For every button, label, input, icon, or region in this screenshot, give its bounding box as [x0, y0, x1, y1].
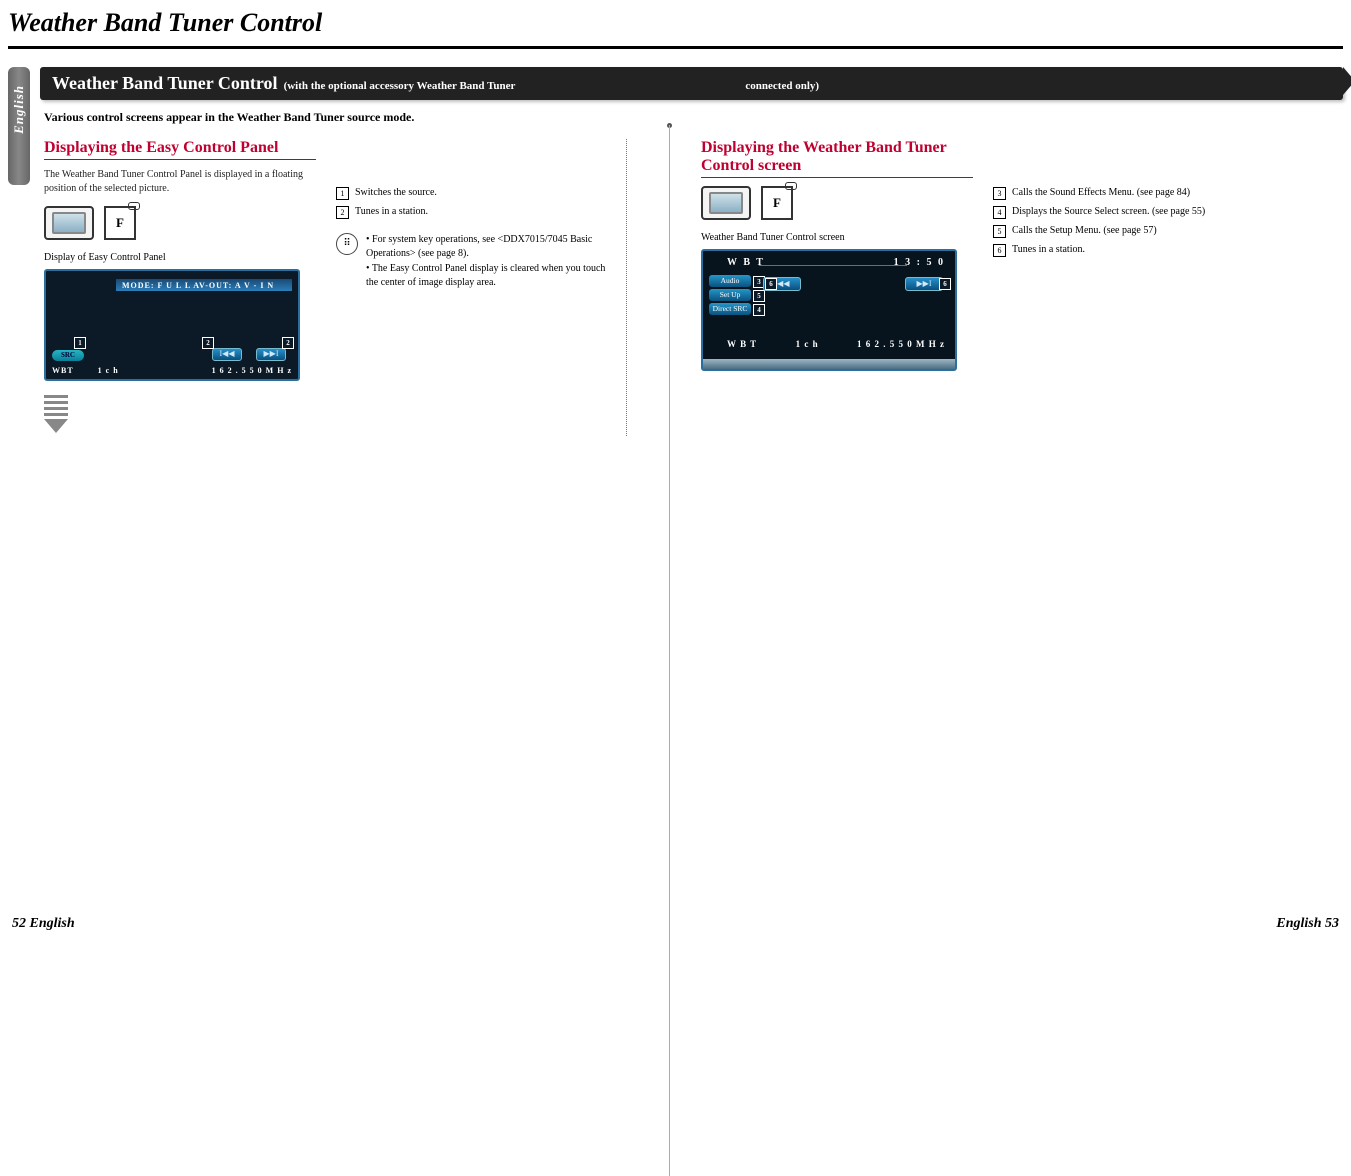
- section-title: Weather Band Tuner Control: [52, 73, 278, 94]
- device-icon: [44, 206, 94, 240]
- rule: [8, 46, 1343, 49]
- callout-number: 5: [993, 225, 1006, 238]
- status-line: WBT 1 c h 1 6 2 . 5 5 0 M H z: [52, 366, 292, 375]
- status-wbt: W B T: [727, 339, 757, 349]
- callout-number: 4: [993, 206, 1006, 219]
- easy-control-panel-display: MODE: F U L L AV-OUT: A V - I N SRC 1 I◀…: [44, 269, 300, 381]
- callout-box: 4: [753, 304, 765, 316]
- tune-next-button[interactable]: ▶▶I: [905, 277, 943, 291]
- legend-item: 3 Calls the Sound Effects Menu. (see pag…: [993, 187, 1293, 200]
- wbt-screen-heading: Displaying the Weather Band Tuner Contro…: [701, 139, 973, 175]
- tune-prev-button[interactable]: I◀◀: [212, 348, 242, 361]
- src-button[interactable]: SRC: [52, 350, 84, 361]
- callout-number: 3: [993, 187, 1006, 200]
- callout-number: 1: [336, 187, 349, 200]
- status-line: W B T 1 c h 1 6 2 . 5 5 0 M H z: [727, 339, 945, 349]
- section-subtitle: (with the optional accessory Weather Ban…: [284, 80, 516, 92]
- language-tab: English: [8, 67, 30, 185]
- legend-text: Calls the Sound Effects Menu. (see page …: [1012, 187, 1190, 198]
- callout-number: 2: [336, 206, 349, 219]
- legend-text: Switches the source.: [355, 187, 437, 198]
- callout-box: 6: [939, 278, 951, 290]
- device-icon: [701, 186, 751, 220]
- callout-box: 5: [753, 290, 765, 302]
- legend-text: Displays the Source Select screen. (see …: [1012, 206, 1205, 217]
- status-freq: 1 6 2 . 5 5 0 M H z: [857, 339, 945, 349]
- callout-box: 1: [74, 337, 86, 349]
- tune-next-button[interactable]: ▶▶I: [256, 348, 286, 361]
- easy-panel-caption: Display of Easy Control Panel: [44, 252, 316, 263]
- audio-button[interactable]: Audio: [709, 275, 751, 287]
- note-text: The Easy Control Panel display is cleare…: [366, 262, 616, 289]
- section-header-bar: Weather Band Tuner Control (with the opt…: [40, 67, 1343, 100]
- legend-item: 5 Calls the Setup Menu. (see page 57): [993, 225, 1293, 238]
- mode-bar: MODE: F U L L AV-OUT: A V - I N: [116, 279, 292, 291]
- status-freq: 1 6 2 . 5 5 0 M H z: [212, 366, 292, 375]
- f-key-icon: F: [761, 186, 793, 220]
- page-number-left: 52 English: [12, 916, 75, 932]
- legend-text: Tunes in a station.: [1012, 244, 1085, 255]
- callout-box: 2: [282, 337, 294, 349]
- legend-text: Calls the Setup Menu. (see page 57): [1012, 225, 1157, 236]
- setup-button[interactable]: Set Up: [709, 289, 751, 301]
- section-subtitle-2: connected only): [745, 80, 819, 92]
- status-channel: 1 c h: [796, 339, 819, 349]
- legend-item: 4 Displays the Source Select screen. (se…: [993, 206, 1293, 219]
- screen-top-label: W B T: [727, 257, 765, 268]
- intro-text: Various control screens appear in the We…: [44, 110, 1339, 125]
- direct-src-button[interactable]: Direct SRC: [709, 303, 751, 315]
- wbt-control-screen-display: W B T 1 3 : 5 0 Audio 3 Set Up 5 Direct …: [701, 249, 957, 371]
- screen-time: 1 3 : 5 0: [894, 257, 945, 268]
- page-title: Weather Band Tuner Control: [8, 8, 1343, 38]
- legend-text: Tunes in a station.: [355, 206, 428, 217]
- screen-footer-bar: [703, 359, 955, 369]
- note-icon: ⠿: [336, 233, 358, 255]
- legend-item: 2 Tunes in a station.: [336, 206, 616, 219]
- easy-panel-desc: The Weather Band Tuner Control Panel is …: [44, 168, 316, 196]
- language-tab-text: English: [11, 85, 27, 134]
- callout-number: 6: [993, 244, 1006, 257]
- rule-red: [44, 159, 316, 160]
- down-arrow-icon: [44, 395, 68, 433]
- page-number-right: English 53: [1276, 916, 1339, 932]
- legend-item: 1 Switches the source.: [336, 187, 616, 200]
- status-channel: 1 c h: [98, 366, 119, 375]
- status-wbt: WBT: [52, 366, 74, 375]
- note-text: For system key operations, see <DDX7015/…: [366, 233, 616, 260]
- f-key-icon: F: [104, 206, 136, 240]
- callout-box: 6: [765, 278, 777, 290]
- rule-red: [701, 177, 973, 178]
- callout-box: 2: [202, 337, 214, 349]
- easy-panel-heading: Displaying the Easy Control Panel: [44, 139, 316, 157]
- wbt-screen-caption: Weather Band Tuner Control screen: [701, 232, 973, 243]
- legend-item: 6 Tunes in a station.: [993, 244, 1293, 257]
